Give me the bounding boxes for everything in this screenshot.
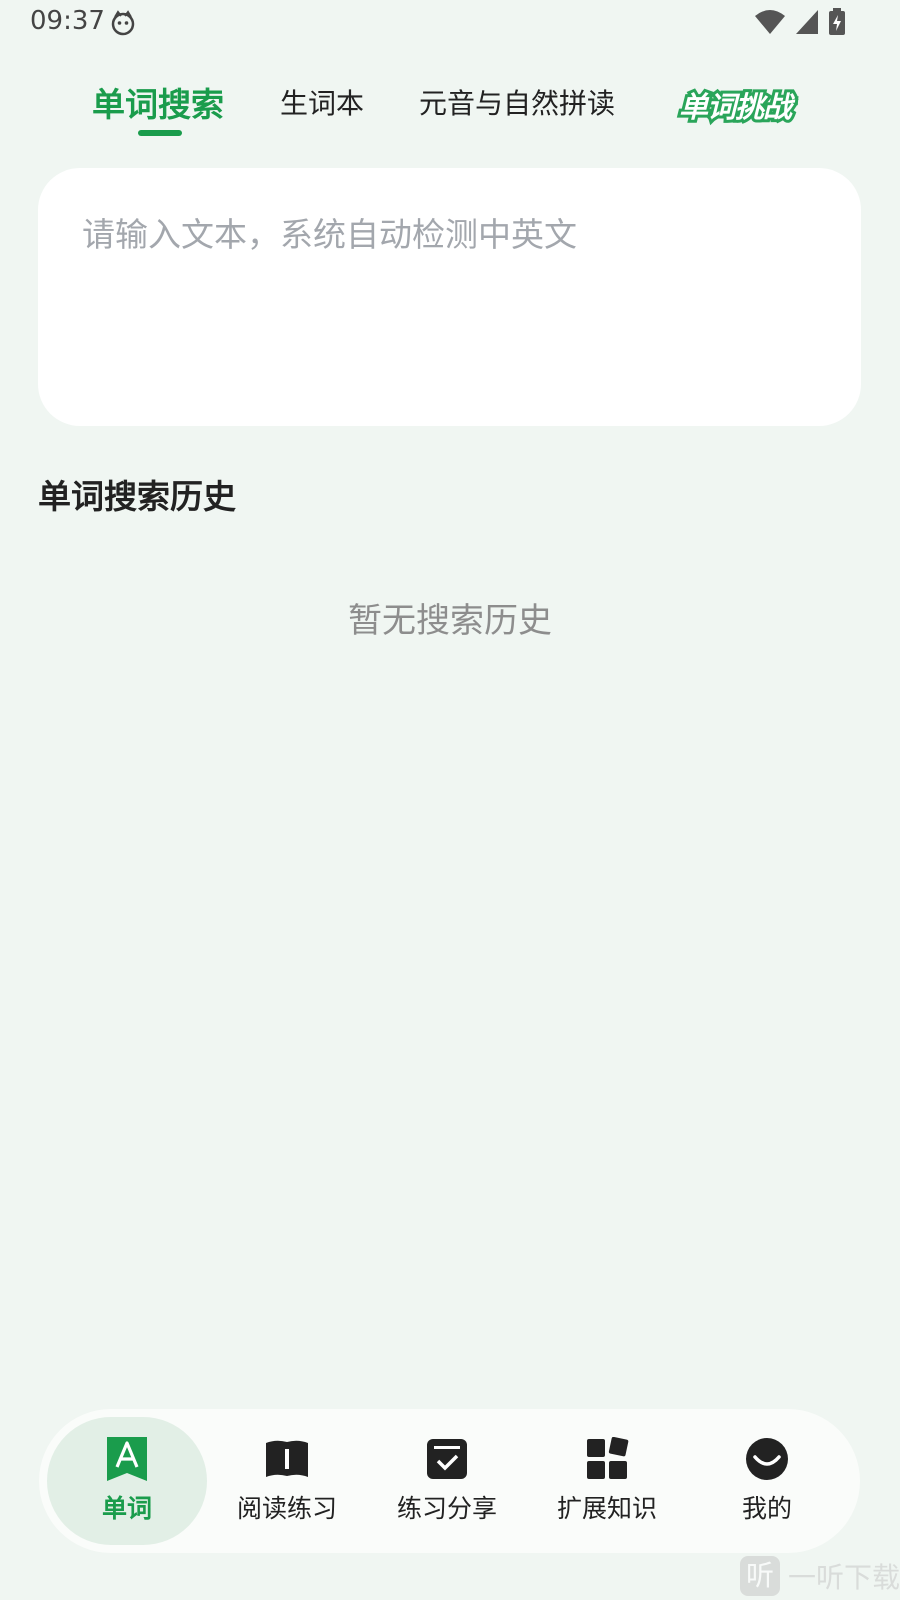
nav-label: 阅读练习	[236, 1494, 337, 1523]
nav-item-me[interactable]: 我的	[687, 1417, 847, 1545]
nav-item-extended-knowledge[interactable]: 扩展知识	[527, 1417, 687, 1545]
tab-word-challenge[interactable]: 单词挑战	[676, 84, 795, 127]
signal-icon	[796, 10, 818, 34]
history-empty-text: 暂无搜索历史	[348, 601, 552, 641]
tab-phonics[interactable]: 元音与自然拼读	[419, 82, 615, 122]
tab-active-indicator	[138, 130, 182, 136]
watermark-logo: 听	[740, 1556, 780, 1596]
nav-item-word[interactable]: 单词	[47, 1417, 207, 1545]
tab-vocabulary-book[interactable]: 生词本	[280, 82, 364, 122]
watermark-text: 一听下载	[788, 1561, 900, 1594]
watermark: 听 一听下载	[740, 1556, 900, 1596]
history-title: 单词搜索历史	[38, 477, 236, 516]
status-icons	[754, 8, 846, 36]
search-card	[38, 168, 861, 426]
search-input[interactable]	[82, 208, 822, 388]
top-tabs: 单词搜索 生词本 元音与自然拼读 单词挑战	[0, 72, 900, 142]
checklist-icon	[427, 1439, 467, 1479]
nav-label: 练习分享	[396, 1494, 497, 1523]
nav-label: 扩展知识	[556, 1494, 657, 1523]
word-book-icon	[107, 1437, 147, 1481]
nav-label: 我的	[741, 1494, 792, 1523]
nav-label: 单词	[101, 1494, 152, 1523]
smile-face-icon	[746, 1438, 788, 1480]
wifi-icon	[755, 10, 785, 34]
status-time: 09:37	[30, 6, 105, 36]
blocks-icon	[587, 1437, 629, 1479]
battery-icon	[829, 8, 845, 35]
tab-word-search[interactable]: 单词搜索	[92, 78, 224, 126]
bottom-nav: 单词 阅读练习 练习分享 扩展知识 我的	[39, 1409, 860, 1553]
reading-book-icon	[266, 1440, 308, 1477]
notification-icon	[111, 10, 135, 36]
status-bar: 09:37	[0, 0, 900, 46]
nav-item-practice-share[interactable]: 练习分享	[367, 1417, 527, 1545]
nav-item-reading[interactable]: 阅读练习	[207, 1417, 367, 1545]
